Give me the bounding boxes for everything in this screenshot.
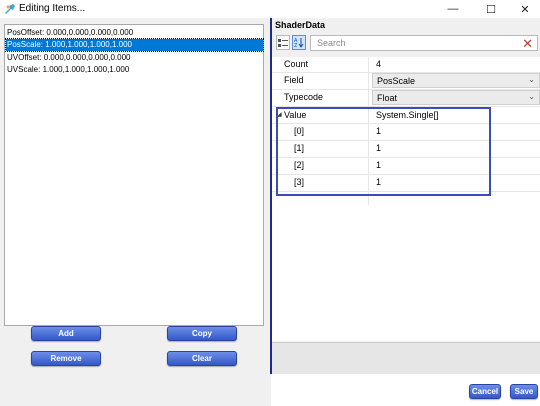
close-button[interactable]: ✕ xyxy=(508,0,540,18)
row-field[interactable]: Field PosScale ⌄ xyxy=(272,73,540,88)
add-button[interactable]: Add xyxy=(31,326,101,341)
save-button[interactable]: Save xyxy=(510,384,538,399)
row-count[interactable]: Count 4 xyxy=(272,57,540,72)
sort-az-icon: A Z xyxy=(294,38,304,48)
list-item-uvscale[interactable]: UVScale: 1.000,1.000,1.000,1.000 xyxy=(6,64,263,76)
description-pane xyxy=(272,342,540,374)
search-placeholder: Search xyxy=(317,38,346,48)
value-highlight-box xyxy=(276,107,491,196)
categorized-icon xyxy=(278,38,288,47)
row-typecode[interactable]: Typecode Float ⌄ xyxy=(272,90,540,105)
field-label: Field xyxy=(284,75,304,85)
categorized-view-icon[interactable] xyxy=(276,35,290,50)
property-grid: ShaderData A Z Search ✕ Count 4 Field Po… xyxy=(272,18,540,374)
search-input[interactable]: Search ✕ xyxy=(310,35,538,51)
alphabetical-sort-icon[interactable]: A Z xyxy=(292,35,306,50)
item-list[interactable]: PosOffset: 0.000,0.000,0.000,0.000 PosSc… xyxy=(4,24,264,326)
maximize-button[interactable]: ☐ xyxy=(474,0,508,18)
window-title: Editing Items... xyxy=(19,3,86,14)
cancel-button[interactable]: Cancel xyxy=(469,384,501,399)
chevron-down-icon: ⌄ xyxy=(528,75,535,84)
property-grid-header: ShaderData xyxy=(275,20,326,30)
typecode-select-value: Float xyxy=(377,93,398,103)
remove-button[interactable]: Remove xyxy=(31,351,101,366)
svg-text:Z: Z xyxy=(294,43,298,48)
minimize-button[interactable]: — xyxy=(436,0,470,18)
list-item-posoffset[interactable]: PosOffset: 0.000,0.000,0.000,0.000 xyxy=(6,27,263,39)
list-item-posscale[interactable]: PosScale: 1.000,1.000,1.000,1.000 xyxy=(5,38,264,52)
clear-search-icon[interactable]: ✕ xyxy=(522,36,533,52)
typecode-select[interactable]: Float ⌄ xyxy=(372,90,540,105)
title-bar: Editing Items... — ☐ ✕ xyxy=(0,0,540,18)
typecode-label: Typecode xyxy=(284,92,324,102)
clear-button[interactable]: Clear xyxy=(167,351,237,366)
count-value: 4 xyxy=(376,59,382,69)
count-label: Count xyxy=(284,59,309,69)
left-panel: PosOffset: 0.000,0.000,0.000,0.000 PosSc… xyxy=(0,18,271,406)
property-rows: Count 4 Field PosScale ⌄ Typecode Float … xyxy=(272,57,540,341)
chevron-down-icon: ⌄ xyxy=(528,92,535,101)
app-icon xyxy=(5,4,15,14)
field-select-value: PosScale xyxy=(377,76,416,86)
copy-button[interactable]: Copy xyxy=(167,326,237,341)
list-item-uvoffset[interactable]: UVOffset: 0.000,0.000,0.000,0.000 xyxy=(6,52,263,64)
field-select[interactable]: PosScale ⌄ xyxy=(372,73,540,88)
